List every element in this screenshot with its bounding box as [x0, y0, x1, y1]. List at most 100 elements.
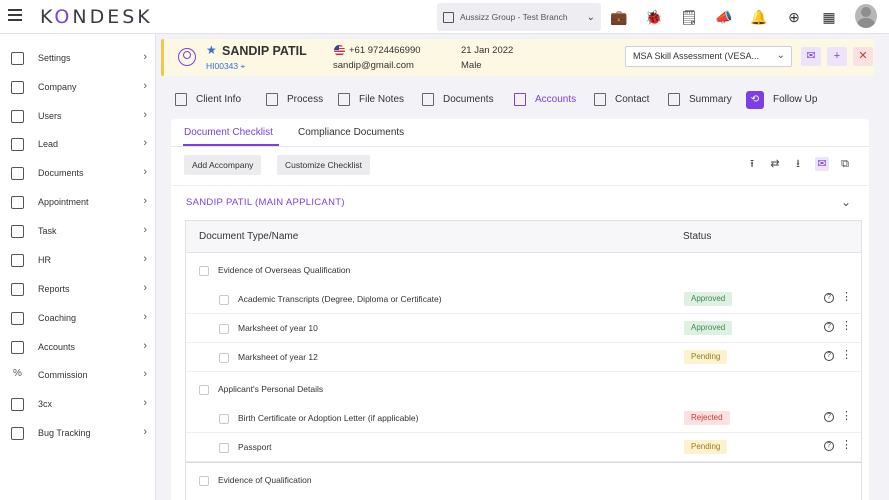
megaphone-icon[interactable]: 📣: [715, 8, 733, 26]
note-icon[interactable]: 🗒: [680, 8, 698, 26]
group-checkbox[interactable]: [199, 476, 209, 486]
tab-process[interactable]: Process: [266, 85, 323, 114]
summary-icon: [668, 93, 680, 106]
more-options-icon[interactable]: ⋮: [841, 438, 852, 452]
group-checkbox[interactable]: [199, 266, 209, 276]
user-avatar[interactable]: [855, 4, 877, 28]
plus-icon[interactable]: +: [827, 47, 847, 66]
status-badge: Approved: [684, 292, 733, 306]
chevron-right-icon: ›: [143, 340, 147, 352]
group-title: Applicant's Personal Details: [218, 384, 324, 394]
us-flag-icon: [334, 45, 345, 56]
group-title: Evidence of Qualification: [218, 475, 312, 485]
chevron-right-icon: ›: [143, 311, 147, 323]
bell-icon[interactable]: 🔔: [750, 8, 768, 26]
hamburger-menu-icon[interactable]: [8, 9, 22, 21]
task-icon: [11, 224, 24, 238]
sidebar-item-bug-tracking[interactable]: Bug Tracking ›: [0, 419, 156, 447]
subtab-document-checklist[interactable]: Document Checklist: [184, 127, 273, 138]
status-badge: Approved: [684, 321, 733, 335]
row-checkbox[interactable]: [219, 414, 229, 424]
logo[interactable]: KONDESK: [40, 6, 153, 28]
upload-icon[interactable]: ⭱: [745, 157, 759, 171]
sidebar-item-3cx[interactable]: 3cx ›: [0, 390, 156, 418]
sidebar-item-hr[interactable]: HR ›: [0, 246, 156, 274]
status-badge: Rejected: [684, 411, 730, 425]
mail-icon[interactable]: ✉: [801, 47, 821, 66]
sidebar-item-users[interactable]: Users ›: [0, 102, 156, 130]
status-badge: Pending: [684, 440, 728, 454]
lead-icon: [11, 137, 24, 151]
service-select[interactable]: MSA Skill Assessment (VESA... ⌄: [625, 46, 792, 67]
subtab-compliance-documents[interactable]: Compliance Documents: [298, 127, 404, 138]
help-icon[interactable]: ?: [824, 322, 834, 332]
briefcase-icon[interactable]: 💼: [610, 8, 628, 26]
row-checkbox[interactable]: [219, 443, 229, 453]
file-notes-icon: [338, 93, 350, 106]
plus-circle-icon[interactable]: ⊕: [785, 8, 803, 26]
gear-icon: [11, 51, 24, 65]
chevron-down-icon[interactable]: ⌄: [841, 195, 851, 209]
accounts-icon: [11, 340, 24, 354]
copy-icon[interactable]: ⧉: [838, 157, 852, 171]
more-options-icon[interactable]: ⋮: [841, 409, 852, 423]
star-icon: ★: [206, 43, 217, 57]
document-name: Passport: [238, 442, 272, 452]
customer-date: 21 Jan 2022: [461, 45, 514, 56]
mail-icon[interactable]: ✉: [815, 157, 829, 171]
customize-checklist-button[interactable]: Customize Checklist: [277, 155, 370, 175]
building-icon: [443, 11, 454, 23]
bug-icon[interactable]: 🐞: [645, 8, 663, 26]
download-icon[interactable]: ⭳: [791, 157, 805, 171]
client-info-icon: [175, 93, 187, 106]
sidebar-item-settings[interactable]: Settings ›: [0, 44, 156, 72]
customer-id[interactable]: HI00343 ⌖: [206, 61, 245, 72]
customer-header: ★ SANDIP PATIL HI00343 ⌖ +61 9724466990 …: [161, 39, 874, 76]
share-icon[interactable]: ⇄: [768, 157, 782, 171]
row-checkbox[interactable]: [219, 353, 229, 363]
tab-summary[interactable]: Summary: [668, 85, 732, 114]
branch-selector[interactable]: Aussizz Group - Test Branch ⌄: [437, 3, 601, 31]
group-checkbox[interactable]: [199, 385, 209, 395]
tab-contact[interactable]: Contact: [594, 85, 649, 114]
applicant-header[interactable]: SANDIP PATIL (MAIN APPLICANT): [186, 197, 345, 208]
more-options-icon[interactable]: ⋮: [841, 348, 852, 362]
branch-label: Aussizz Group - Test Branch: [460, 12, 568, 22]
sidebar-item-company[interactable]: Company ›: [0, 73, 156, 101]
bug-icon: [11, 426, 24, 440]
tab-follow-up[interactable]: ⟲ Follow Up: [746, 85, 817, 114]
user-icon: [178, 48, 196, 66]
documents-icon: [11, 166, 24, 180]
add-accompany-button[interactable]: Add Accompany: [184, 155, 262, 175]
apps-grid-icon[interactable]: ▦: [820, 8, 838, 26]
tab-documents[interactable]: Documents: [422, 85, 494, 114]
sidebar-item-appointment[interactable]: Appointment ›: [0, 188, 156, 216]
tab-file-notes[interactable]: File Notes: [338, 85, 404, 114]
close-icon[interactable]: ✕: [853, 47, 873, 66]
more-options-icon[interactable]: ⋮: [841, 290, 852, 304]
sidebar: Settings › Company › Users › Lead › Document…: [0, 34, 156, 500]
more-options-icon[interactable]: ⋮: [841, 319, 852, 333]
row-checkbox[interactable]: [219, 295, 229, 305]
coaching-icon: [11, 311, 24, 325]
customer-gender: Male: [461, 60, 482, 71]
sidebar-item-task[interactable]: Task ›: [0, 217, 156, 245]
sidebar-item-documents[interactable]: Documents ›: [0, 159, 156, 187]
help-icon[interactable]: ?: [824, 293, 834, 303]
chevron-right-icon: ›: [143, 253, 147, 265]
divider: [171, 146, 869, 147]
row-checkbox[interactable]: [219, 324, 229, 334]
sidebar-item-reports[interactable]: Reports ›: [0, 275, 156, 303]
sidebar-item-commission[interactable]: % Commission ›: [0, 361, 156, 389]
help-icon[interactable]: ?: [824, 412, 834, 422]
sidebar-item-accounts[interactable]: Accounts ›: [0, 333, 156, 361]
tab-accounts[interactable]: Accounts: [514, 85, 576, 114]
help-icon[interactable]: ?: [824, 441, 834, 451]
help-icon[interactable]: ?: [824, 351, 834, 361]
customer-phone: +61 9724466990: [349, 45, 421, 56]
sidebar-item-coaching[interactable]: Coaching ›: [0, 304, 156, 332]
group-row: Evidence of Qualification: [186, 466, 861, 495]
tab-client-info[interactable]: Client Info: [175, 85, 241, 114]
table-row: Marksheet of year 12 Pending ? ⋮: [186, 343, 861, 372]
sidebar-item-lead[interactable]: Lead ›: [0, 130, 156, 158]
